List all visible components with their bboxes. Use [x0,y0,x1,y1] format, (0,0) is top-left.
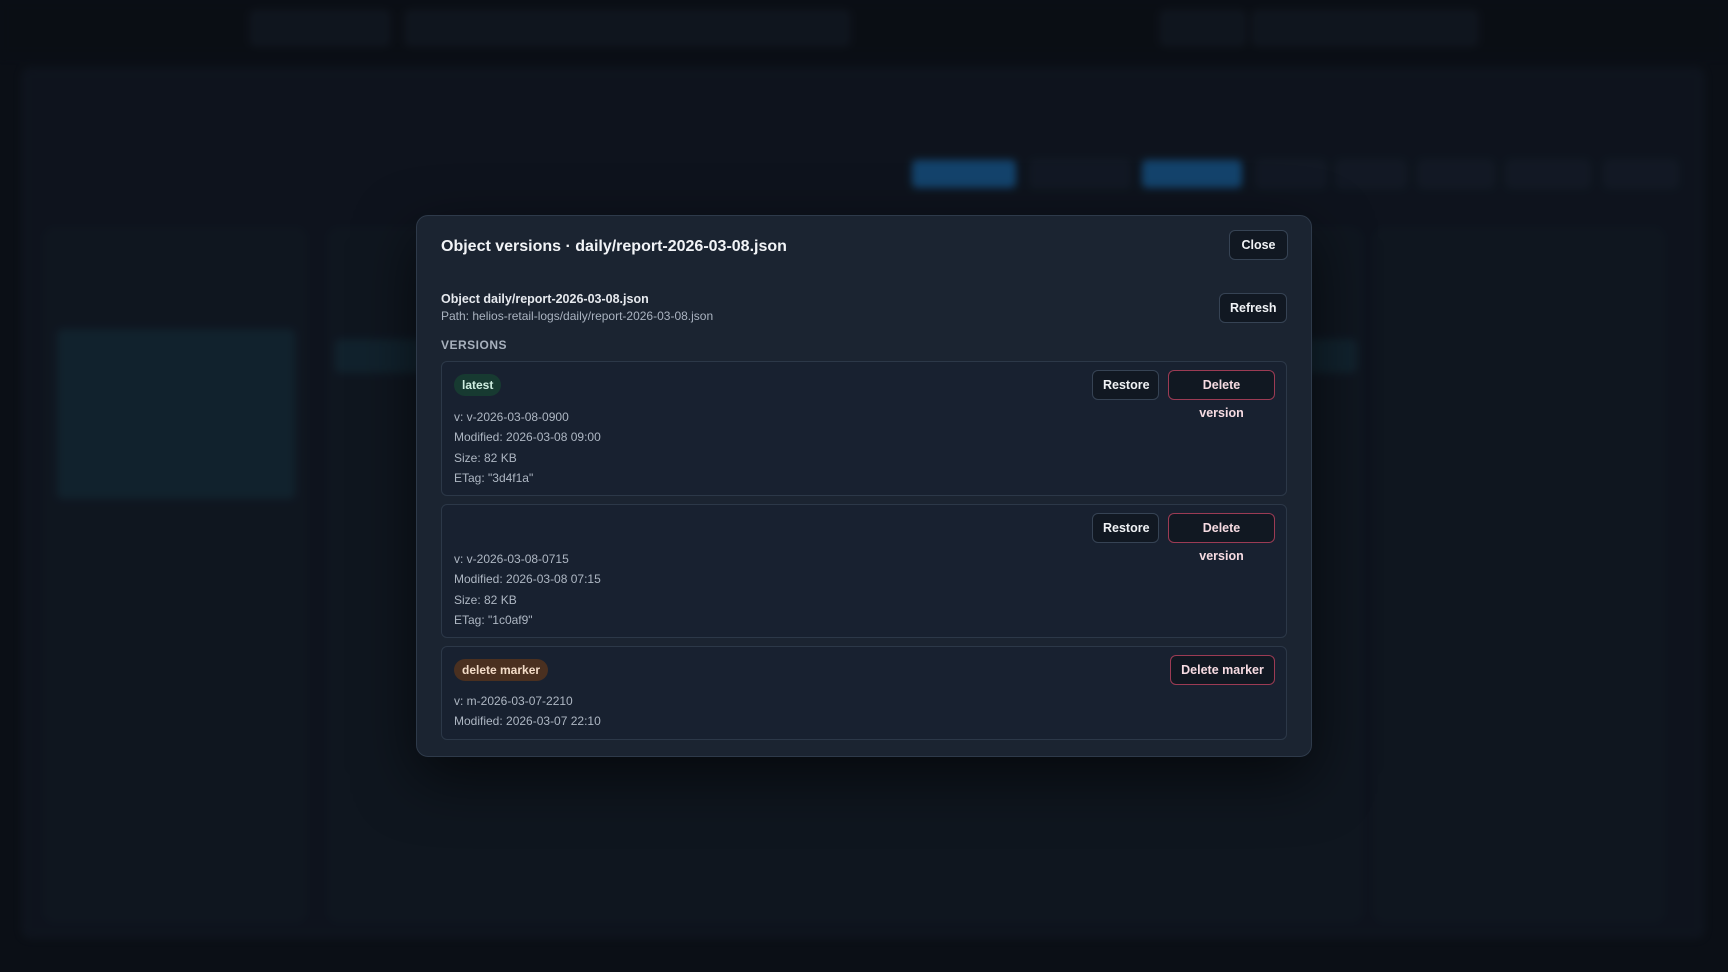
copy-button-bg [1336,160,1406,188]
version-id: v: v-2026-03-08-0715 [454,552,569,566]
version-card: Restore Delete version v: v-2026-03-08-0… [441,504,1287,638]
right-panel [1376,230,1662,920]
refresh-button[interactable]: Refresh [1219,293,1287,323]
open-button-bg [1256,160,1326,188]
new-folder-button-bg [1030,160,1130,188]
delete-version-button[interactable]: Delete version [1168,513,1275,563]
close-button[interactable]: Close [1229,230,1288,260]
version-modified: Modified: 2026-03-08 07:15 [454,572,601,586]
refresh-button-bg [1506,160,1590,188]
theme-button [1160,10,1246,46]
version-size: Size: 82 KB [454,593,517,607]
more-button-bg [1604,160,1678,188]
left-panel [46,230,304,920]
version-etag: ETag: "1c0af9" [454,613,533,627]
version-id: v: v-2026-03-08-0900 [454,410,569,424]
version-modified: Modified: 2026-03-08 09:00 [454,430,601,444]
restore-button[interactable]: Restore [1092,370,1159,400]
delete-button-bg [1418,160,1494,188]
version-id: v: m-2026-03-07-2210 [454,694,573,708]
bucket-tree [57,329,295,499]
delete-marker-badge: delete marker [454,659,549,681]
version-size: Size: 82 KB [454,451,517,465]
download-button-bg [1142,160,1242,188]
restore-button[interactable]: Restore [1092,513,1159,543]
delete-marker-button[interactable]: Delete marker [1170,655,1275,685]
object-name: Object daily/report-2026-03-08.json [441,292,649,306]
version-modified: Modified: 2026-03-07 22:10 [454,714,601,728]
versions-section-label: VERSIONS [441,338,508,352]
version-card: delete marker Delete marker v: m-2026-03… [441,646,1287,740]
delete-version-button[interactable]: Delete version [1168,370,1275,420]
version-card: latest Restore Delete version v: v-2026-… [441,361,1287,496]
modal-title: Object versions · daily/report-2026-03-0… [441,238,787,255]
object-path: Path: helios-retail-logs/daily/report-20… [441,309,714,323]
latest-badge: latest [454,374,502,396]
bucket-selector [405,10,850,46]
upload-button-bg [912,160,1016,188]
endpoint-selector [1252,10,1478,46]
object-versions-modal: Object versions · daily/report-2026-03-0… [416,215,1312,757]
version-etag: ETag: "3d4f1a" [454,471,534,485]
top-bar [0,0,1728,56]
account-selector [250,10,390,46]
